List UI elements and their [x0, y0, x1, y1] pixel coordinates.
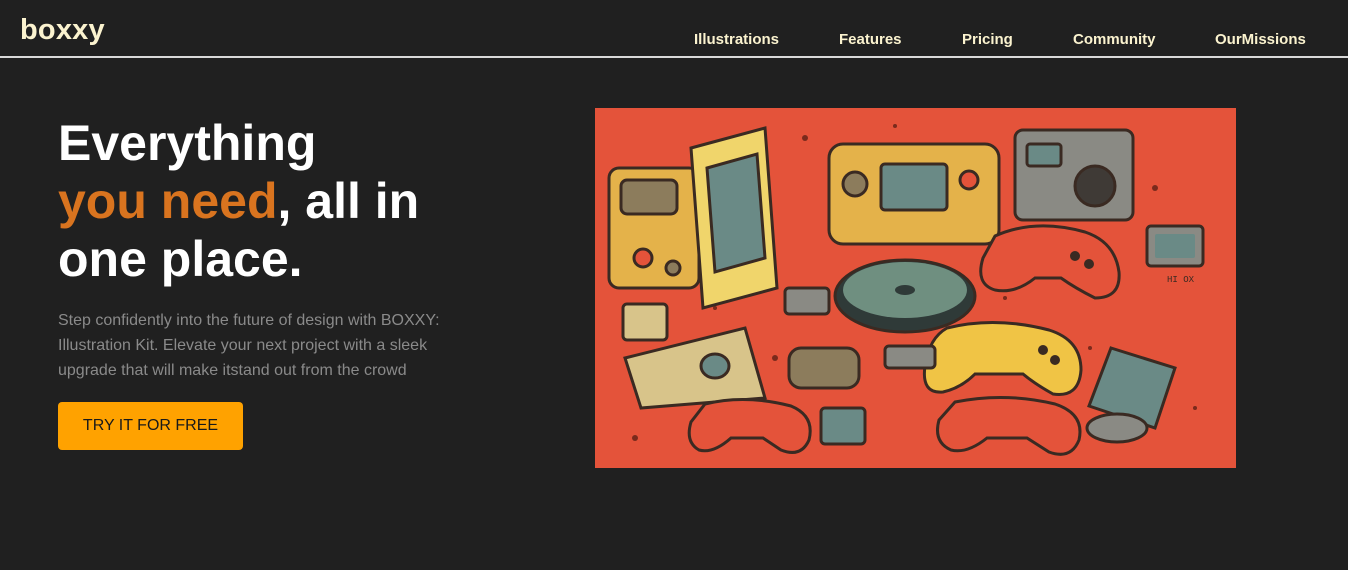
nav-link-ourmissions[interactable]: OurMissions [1215, 31, 1306, 48]
nav-link-illustrations[interactable]: Illustrations [694, 31, 779, 48]
nav-link-community[interactable]: Community [1073, 31, 1156, 48]
nav-link-pricing[interactable]: Pricing [962, 31, 1013, 48]
hero-title-accent: you need [58, 173, 278, 229]
illustration-art: HI OX [595, 108, 1236, 468]
retro-gaming-illustration: HI OX [595, 108, 1236, 468]
hero-title-line1: Everything [58, 115, 317, 171]
top-navbar: boxxy Illustrations Features Pricing Com… [0, 0, 1348, 58]
logo[interactable]: boxxy [20, 14, 105, 47]
hero-title-line2-rest: , all in [277, 173, 420, 229]
hero-title-line3: one place. [58, 231, 303, 287]
nav-link-features[interactable]: Features [839, 31, 902, 48]
hero-title: Everything you need, all in one place. [58, 114, 488, 288]
hero-subtitle: Step confidently into the future of desi… [58, 312, 440, 379]
try-free-button[interactable]: TRY IT FOR FREE [58, 402, 243, 450]
illustration-screen-text: HI OX [1167, 275, 1195, 285]
